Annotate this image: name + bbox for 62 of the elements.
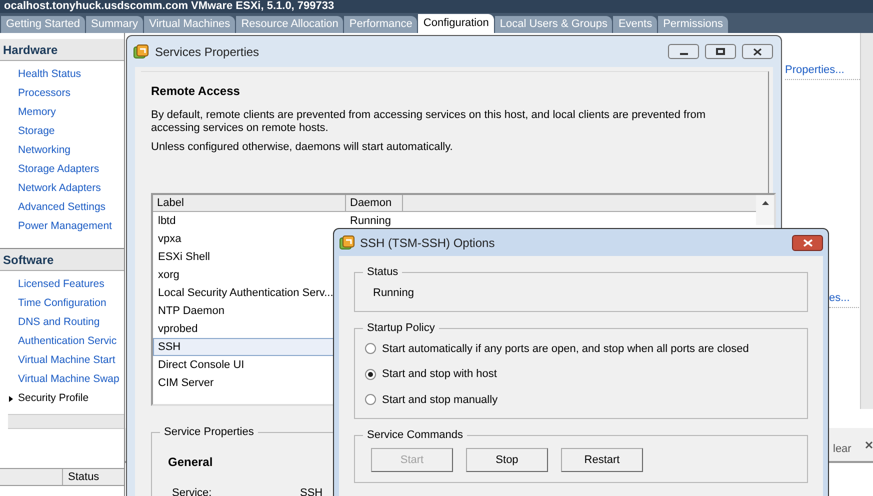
description-text: By default, remote clients are prevented from accessing services on this host, and local clients are prevented from accessing services on remote hosts. — [151, 109, 707, 135]
dialog-title: Services Properties — [155, 44, 260, 60]
column-header: Status — [67, 470, 100, 485]
horizontal-scrollbar[interactable] — [8, 414, 124, 429]
close-icon — [802, 238, 812, 246]
field-value: SSH — [300, 486, 323, 496]
tab[interactable]: Configuration — [418, 14, 494, 33]
dialog-title: SSH (TSM-SSH) Options — [360, 234, 495, 252]
description-text: Unless configured otherwise, daemons will start automatically. — [151, 141, 454, 154]
app-logo-icon — [133, 44, 149, 60]
section-header: Software — [0, 249, 124, 271]
close-button[interactable] — [792, 234, 823, 250]
radio-button[interactable] — [365, 368, 376, 380]
sidebar-link[interactable]: Storage Adapters — [18, 162, 100, 178]
section-heading: Remote Access — [151, 83, 241, 100]
sidebar-link[interactable]: Time Configuration — [18, 296, 106, 312]
title-bar: ocalhost.tonyhuck.usdscomm.com VMware ESXi, 5.1.0, 799733 — [0, 0, 873, 13]
sidebar-link[interactable]: Health Status — [18, 66, 82, 82]
sidebar-link[interactable]: DNS and Routing — [18, 314, 100, 330]
command-button[interactable]: Stop — [466, 448, 548, 472]
sidebar-link[interactable]: Authentication Servic — [18, 334, 117, 350]
radio-label: Start automatically if any ports are open, and stop when all ports are closed — [382, 342, 749, 356]
table-cell-text: NTP Daemon — [157, 304, 226, 319]
sidebar-link[interactable]: Networking — [18, 142, 71, 158]
status-value: Running — [372, 286, 415, 301]
close-icon[interactable] — [865, 441, 873, 449]
close-icon — [753, 48, 762, 56]
column-header[interactable]: Label — [153, 195, 346, 211]
table-cell-text: lbtd — [157, 214, 177, 229]
app-logo-icon — [339, 234, 355, 250]
maximize-button[interactable] — [705, 44, 736, 59]
sidebar-link[interactable]: Processors — [18, 86, 71, 102]
close-button[interactable] — [742, 44, 773, 59]
sidebar-link[interactable]: Security Profile — [18, 390, 89, 406]
radio-label: Start and stop manually — [382, 392, 498, 408]
table-scrollbar[interactable] — [756, 195, 774, 225]
field-label: Service: — [172, 486, 213, 496]
minimize-button[interactable] — [668, 44, 699, 59]
section-header: Hardware — [0, 39, 124, 61]
sidebar-link[interactable]: Storage — [18, 124, 55, 140]
sidebar-link[interactable]: Licensed Features — [18, 276, 104, 292]
radio-label: Start and stop with host — [382, 367, 497, 382]
command-button[interactable]: Restart — [561, 448, 643, 472]
sidebar-link[interactable]: Power Management — [18, 218, 112, 234]
sidebar-link[interactable]: Advanced Settings — [18, 200, 106, 216]
sidebar-link[interactable]: Virtual Machine Swap — [18, 372, 120, 388]
scroll-up-arrow-icon — [762, 201, 768, 205]
group-title: Startup Policy — [363, 320, 439, 334]
clear-link[interactable]: lear — [833, 441, 852, 458]
table-cell-text: ESXi Shell — [157, 250, 211, 265]
table-cell-text: SSH — [157, 340, 182, 355]
table-row[interactable]: lbtd Running — [153, 212, 756, 230]
radio-button[interactable] — [365, 394, 376, 406]
group-title: Service Properties — [160, 425, 258, 439]
column-header[interactable]: Daemon — [346, 195, 403, 211]
vertical-scrollbar[interactable] — [860, 33, 873, 409]
sidebar-link[interactable]: Network Adapters — [18, 180, 101, 196]
radio-button[interactable] — [365, 343, 376, 354]
table-cell-text: Running — [349, 214, 391, 229]
sidebar-link[interactable]: Memory — [18, 104, 56, 120]
section-subheading: General — [168, 454, 213, 471]
sidebar-link[interactable]: Virtual Machine Start — [18, 352, 116, 368]
